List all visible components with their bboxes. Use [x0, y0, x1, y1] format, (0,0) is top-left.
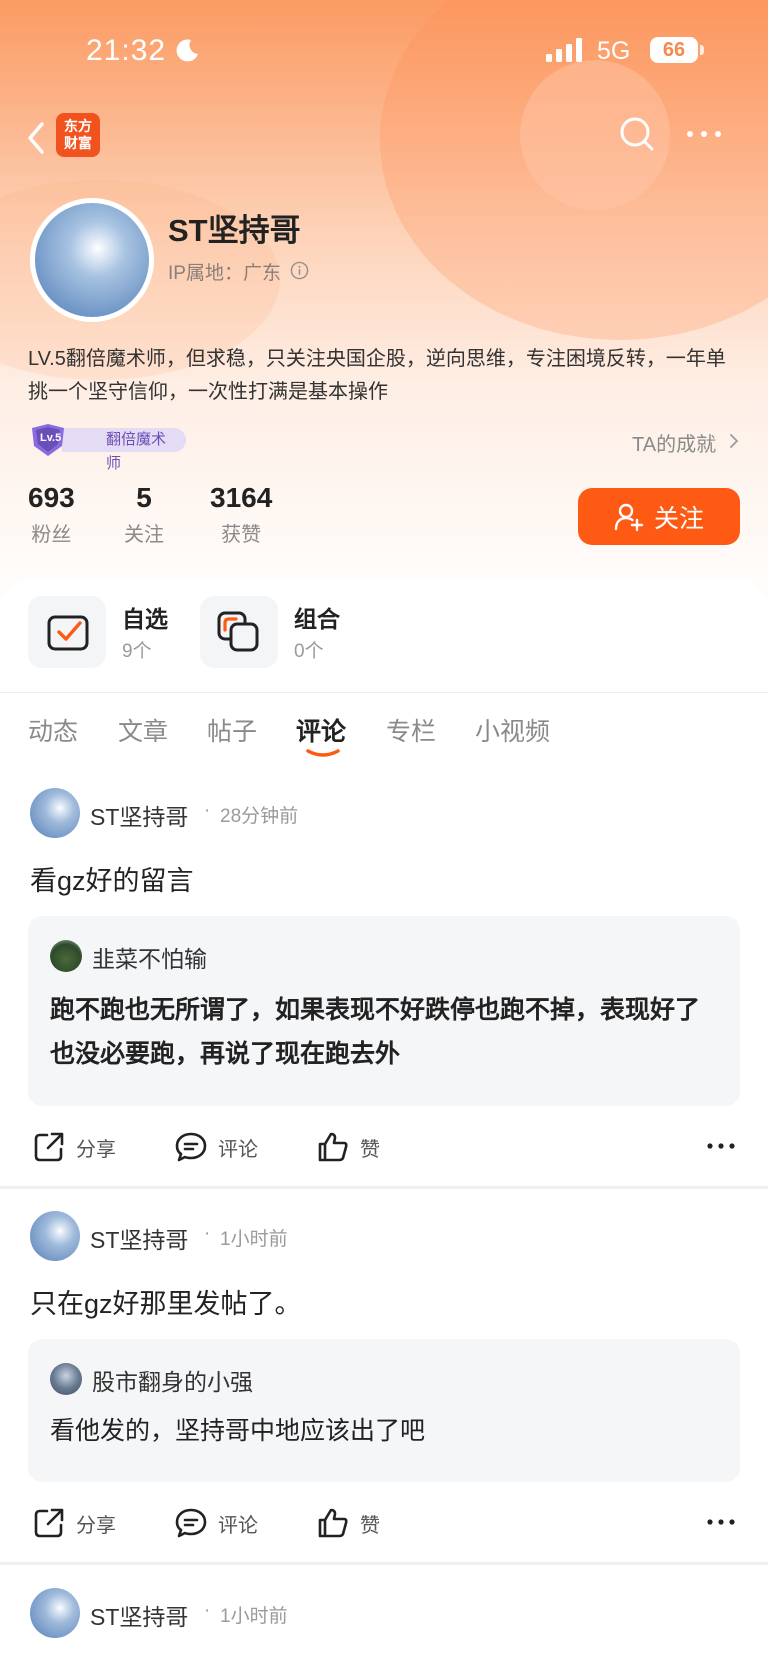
share-icon [34, 1132, 64, 1162]
post-author-name[interactable]: ST坚持哥 [90, 1221, 188, 1255]
tab-comments[interactable]: 评论 [296, 712, 346, 748]
post-author-avatar[interactable] [30, 1588, 80, 1638]
logo-text: 东方 [64, 118, 92, 134]
active-tab-indicator [306, 749, 340, 757]
thumbs-up-icon [318, 1508, 348, 1538]
tab-posts[interactable]: 帖子 [207, 712, 257, 748]
more-options-icon[interactable] [684, 122, 724, 146]
share-button[interactable]: 分享 [32, 1505, 116, 1541]
chevron-right-icon [730, 434, 739, 448]
quote-author-avatar [50, 1363, 82, 1395]
comment-button[interactable]: 评论 [174, 1505, 258, 1541]
follow-button[interactable]: 关注 [578, 488, 740, 545]
portfolio-title: 组合 [294, 606, 340, 632]
quote-text: 跑不跑也无所谓了，如果表现不好跌停也跑不掉，表现好了也没必要跑，再说了现在跑去外 [50, 996, 701, 1068]
stat-value: 5 [136, 482, 152, 513]
portfolio-icon [217, 611, 259, 652]
app-logo: 东方 财富 [56, 113, 100, 157]
divider [0, 692, 768, 693]
signal-icon [546, 38, 582, 62]
separator-dot: · [204, 1600, 211, 1621]
profile-avatar[interactable] [30, 198, 154, 322]
comment-button[interactable]: 评论 [174, 1129, 258, 1165]
share-icon [34, 1508, 64, 1538]
separator-dot: · [204, 1223, 211, 1244]
quote-author-name: 股市翻身的小强 [92, 1369, 253, 1395]
stat-label: 粉丝 [31, 524, 72, 546]
info-icon[interactable] [290, 261, 309, 280]
level-title: 翻倍魔术师 [62, 428, 186, 472]
comment-icon [175, 1508, 207, 1538]
quoted-comment[interactable]: 股市翻身的小强 看他发的，坚持哥中地应该出了吧 [28, 1339, 740, 1482]
post-author-name[interactable]: ST坚持哥 [90, 1598, 188, 1632]
stat-label: 获赞 [221, 524, 262, 546]
like-label: 赞 [360, 1138, 380, 1161]
watchlist-title: 自选 [122, 606, 168, 632]
back-arrow-icon[interactable] [22, 118, 50, 158]
thumbs-up-icon [318, 1132, 348, 1162]
tab-articles[interactable]: 文章 [118, 712, 168, 748]
profile-username: ST坚持哥 [168, 213, 301, 248]
tab-short-videos[interactable]: 小视频 [475, 712, 550, 748]
status-bar: 21:32 5G 66 [0, 0, 768, 100]
like-label: 赞 [360, 1514, 380, 1537]
watchlist-icon-box [28, 596, 106, 668]
checkbox-icon [47, 615, 89, 651]
ip-location: IP属地：广东 [168, 263, 281, 284]
level-badge[interactable]: 翻倍魔术师 Lv.5 [28, 424, 186, 472]
like-button[interactable]: 赞 [316, 1129, 380, 1165]
battery-tip [700, 45, 704, 55]
post-time: 1小时前 [220, 1606, 288, 1627]
tab-columns[interactable]: 专栏 [386, 712, 436, 748]
portfolio-count: 0个 [294, 641, 324, 662]
quoted-comment[interactable]: 韭菜不怕输 跑不跑也无所谓了，如果表现不好跌停也跑不掉，表现好了也没必要跑，再说… [28, 916, 740, 1106]
post-text[interactable]: 只在gz好那里发帖了。 [30, 1282, 302, 1321]
status-time: 21:32 [86, 34, 167, 67]
stat-value: 3164 [210, 482, 273, 513]
follow-label: 关注 [653, 504, 704, 533]
comment-label: 评论 [218, 1514, 258, 1537]
separator-dot: · [204, 800, 211, 821]
post-divider [0, 1186, 768, 1189]
post-time: 1小时前 [220, 1229, 288, 1250]
comment-icon [175, 1132, 207, 1162]
share-label: 分享 [76, 1138, 116, 1161]
stat-likes[interactable]: 3164 获赞 [210, 482, 272, 547]
like-button[interactable]: 赞 [316, 1505, 380, 1541]
stat-label: 关注 [124, 524, 164, 546]
moon-icon [176, 39, 198, 62]
stat-followers[interactable]: 693 粉丝 [28, 482, 75, 547]
quote-author-name: 韭菜不怕输 [92, 946, 207, 972]
logo-text: 财富 [64, 135, 92, 151]
quote-text: 看他发的，坚持哥中地应该出了吧 [50, 1417, 426, 1445]
search-icon[interactable] [617, 114, 657, 154]
watchlist-count: 9个 [122, 641, 152, 662]
battery-icon: 66 [650, 37, 698, 63]
tab-bar: 动态 文章 帖子 评论 专栏 小视频 [0, 712, 768, 762]
add-user-icon [614, 503, 644, 531]
share-label: 分享 [76, 1514, 116, 1537]
post-author-name[interactable]: ST坚持哥 [90, 798, 188, 832]
tab-dynamics[interactable]: 动态 [28, 712, 78, 748]
more-dots-icon[interactable] [706, 1141, 736, 1151]
post-divider [0, 1562, 768, 1565]
post-text[interactable]: 看gz好的留言 [30, 859, 194, 898]
comment-label: 评论 [218, 1138, 258, 1161]
portfolio-icon-box [200, 596, 278, 668]
stat-value: 693 [28, 482, 75, 513]
level-short: Lv.5 [40, 432, 62, 444]
post-author-avatar[interactable] [30, 788, 80, 838]
profile-bio: LV.5翻倍魔术师，但求稳，只关注央国企股，逆向思维，专注困境反转，一年单挑一个… [28, 348, 726, 403]
post-author-avatar[interactable] [30, 1211, 80, 1261]
watchlist-item[interactable]: 自选 9个 [28, 596, 188, 668]
stat-following[interactable]: 5 关注 [124, 482, 164, 547]
portfolio-item[interactable]: 组合 0个 [200, 596, 360, 668]
quote-author-avatar [50, 940, 82, 972]
post-time: 28分钟前 [220, 806, 299, 827]
share-button[interactable]: 分享 [32, 1129, 116, 1165]
achievements-link[interactable]: TA的成就 [632, 428, 716, 457]
more-dots-icon[interactable] [706, 1517, 736, 1527]
network-type: 5G [597, 37, 631, 65]
